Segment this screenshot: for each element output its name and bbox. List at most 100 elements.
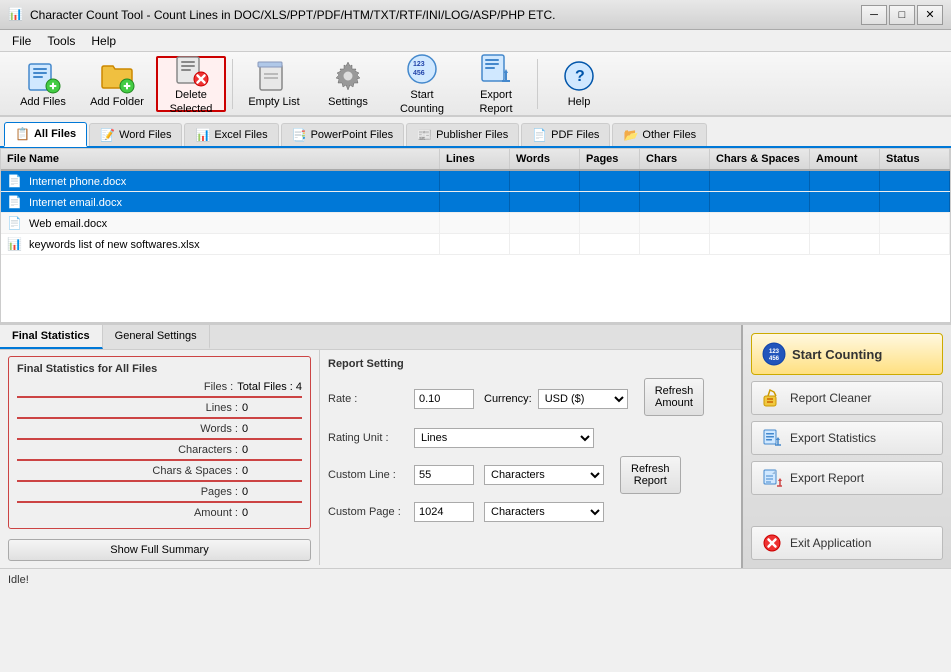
delete-selected-button[interactable]: Delete Selected — [156, 56, 226, 112]
exit-application-label: Exit Application — [790, 536, 871, 550]
tab-all-files[interactable]: 📋 All Files — [4, 122, 87, 147]
start-counting-right-icon: 123 456 — [762, 342, 786, 366]
table-row[interactable]: 📄 Internet phone.docx — [1, 171, 950, 192]
svg-text:123: 123 — [413, 61, 425, 68]
start-counting-icon: 123 456 — [404, 51, 440, 87]
svg-text:?: ? — [575, 68, 585, 85]
start-counting-button[interactable]: 123 456 Start Counting — [387, 56, 457, 112]
close-button[interactable]: ✕ — [917, 5, 943, 25]
custom-line-row: Custom Line : Characters Words Lines Ref… — [328, 456, 733, 494]
export-statistics-button[interactable]: Export Statistics — [751, 421, 943, 455]
rating-unit-row: Rating Unit : Lines Words Characters Pag… — [328, 428, 733, 448]
toolbar-separator-1 — [232, 59, 233, 109]
file-list-header: File Name Lines Words Pages Chars Chars … — [1, 149, 950, 171]
add-folder-button[interactable]: Add Folder — [82, 56, 152, 112]
tab-powerpoint-files-label: PowerPoint Files — [311, 129, 394, 141]
tab-other-files-label: Other Files — [642, 129, 696, 141]
refresh-report-button[interactable]: RefreshReport — [620, 456, 681, 494]
file-list: File Name Lines Words Pages Chars Chars … — [0, 148, 951, 323]
start-counting-right-label: Start Counting — [792, 347, 882, 362]
custom-page-row: Custom Page : Characters Words Lines — [328, 502, 733, 522]
export-report-icon — [478, 51, 514, 87]
empty-list-button[interactable]: Empty List — [239, 56, 309, 112]
stat-files: Files : Total Files : 4 — [17, 381, 302, 393]
custom-page-unit-select[interactable]: Characters Words Lines — [484, 502, 604, 522]
stat-chars-spaces: Chars & Spaces : 0 — [17, 465, 302, 477]
tab-publisher-files[interactable]: 📰 Publisher Files — [406, 123, 519, 146]
file-name-cell: 📄 Internet email.docx — [1, 192, 440, 212]
currency-label: Currency: — [484, 393, 532, 405]
status-bar: Idle! — [0, 568, 951, 590]
help-label: Help — [568, 96, 591, 109]
bottom-tabs: Final Statistics General Settings — [0, 325, 741, 350]
stat-characters: Characters : 0 — [17, 444, 302, 456]
stats-group: Final Statistics for All Files Files : T… — [8, 356, 311, 529]
col-amount: Amount — [810, 149, 880, 169]
custom-line-unit-select[interactable]: Characters Words Lines — [484, 465, 604, 485]
empty-list-icon — [256, 58, 292, 94]
exit-application-icon — [762, 533, 782, 553]
show-full-summary-button[interactable]: Show Full Summary — [8, 539, 311, 561]
table-row[interactable]: 📄 Web email.docx — [1, 213, 950, 234]
custom-line-input[interactable] — [414, 465, 474, 485]
report-cleaner-icon — [762, 388, 782, 408]
col-chars: Chars — [640, 149, 710, 169]
tab-powerpoint-files[interactable]: 📑 PowerPoint Files — [281, 123, 405, 146]
minimize-button[interactable]: ─ — [861, 5, 887, 25]
title-text: Character Count Tool - Count Lines in DO… — [30, 8, 861, 22]
file-name-cell: 📄 Web email.docx — [1, 213, 440, 233]
export-report-right-icon — [762, 468, 782, 488]
export-report-right-label: Export Report — [790, 471, 864, 485]
tab-all-files-label: All Files — [34, 128, 76, 140]
delete-selected-icon — [173, 51, 209, 87]
stats-panel: Final Statistics for All Files Files : T… — [0, 350, 320, 565]
stats-group-title: Final Statistics for All Files — [17, 363, 302, 375]
start-counting-right-button[interactable]: 123 456 Start Counting — [751, 333, 943, 375]
report-cleaner-button[interactable]: Report Cleaner — [751, 381, 943, 415]
help-button[interactable]: ? Help — [544, 56, 614, 112]
tab-excel-files[interactable]: 📊 Excel Files — [184, 123, 278, 146]
stat-lines: Lines : 0 — [17, 402, 302, 414]
rate-input[interactable] — [414, 389, 474, 409]
tab-other-files[interactable]: 📂 Other Files — [612, 123, 707, 146]
tab-general-settings[interactable]: General Settings — [103, 325, 210, 349]
add-files-button[interactable]: Add Files — [8, 56, 78, 112]
menu-tools[interactable]: Tools — [39, 32, 83, 50]
report-cleaner-label: Report Cleaner — [790, 391, 871, 405]
stat-pages: Pages : 0 — [17, 486, 302, 498]
exit-application-button[interactable]: Exit Application — [751, 526, 943, 560]
col-lines: Lines — [440, 149, 510, 169]
refresh-amount-button[interactable]: RefreshAmount — [644, 378, 705, 416]
toolbar: Add Files Add Folder Delete Sel — [0, 52, 951, 117]
maximize-button[interactable]: □ — [889, 5, 915, 25]
table-row[interactable]: 📄 Internet email.docx — [1, 192, 950, 213]
currency-select[interactable]: USD ($) EUR (€) GBP (£) — [538, 389, 628, 409]
export-report-right-button[interactable]: Export Report — [751, 461, 943, 495]
tab-word-files[interactable]: 📝 Word Files — [89, 123, 182, 146]
tab-final-statistics[interactable]: Final Statistics — [0, 325, 103, 349]
file-name-cell: 📊 keywords list of new softwares.xlsx — [1, 234, 440, 254]
add-folder-icon — [99, 58, 135, 94]
export-statistics-icon — [762, 428, 782, 448]
col-filename: File Name — [1, 149, 440, 169]
help-icon: ? — [561, 58, 597, 94]
export-report-label: Export Report — [464, 89, 528, 115]
settings-label: Settings — [328, 96, 368, 109]
tab-pdf-files[interactable]: 📄 PDF Files — [521, 123, 610, 146]
bottom-section: Final Statistics General Settings Final … — [0, 323, 951, 568]
delete-selected-label: Delete Selected — [160, 89, 222, 115]
left-panel: Final Statistics General Settings Final … — [0, 325, 741, 568]
app-icon: 📊 — [8, 7, 24, 23]
settings-button[interactable]: Settings — [313, 56, 383, 112]
stat-words: Words : 0 — [17, 423, 302, 435]
rating-unit-select[interactable]: Lines Words Characters Pages — [414, 428, 594, 448]
right-panel: 123 456 Start Counting Report Cleaner — [741, 325, 951, 568]
settings-icon — [330, 58, 366, 94]
table-row[interactable]: 📊 keywords list of new softwares.xlsx — [1, 234, 950, 255]
menu-help[interactable]: Help — [83, 32, 124, 50]
custom-page-input[interactable] — [414, 502, 474, 522]
col-status: Status — [880, 149, 950, 169]
menu-file[interactable]: File — [4, 32, 39, 50]
export-report-button[interactable]: Export Report — [461, 56, 531, 112]
tab-pdf-files-label: PDF Files — [551, 129, 599, 141]
